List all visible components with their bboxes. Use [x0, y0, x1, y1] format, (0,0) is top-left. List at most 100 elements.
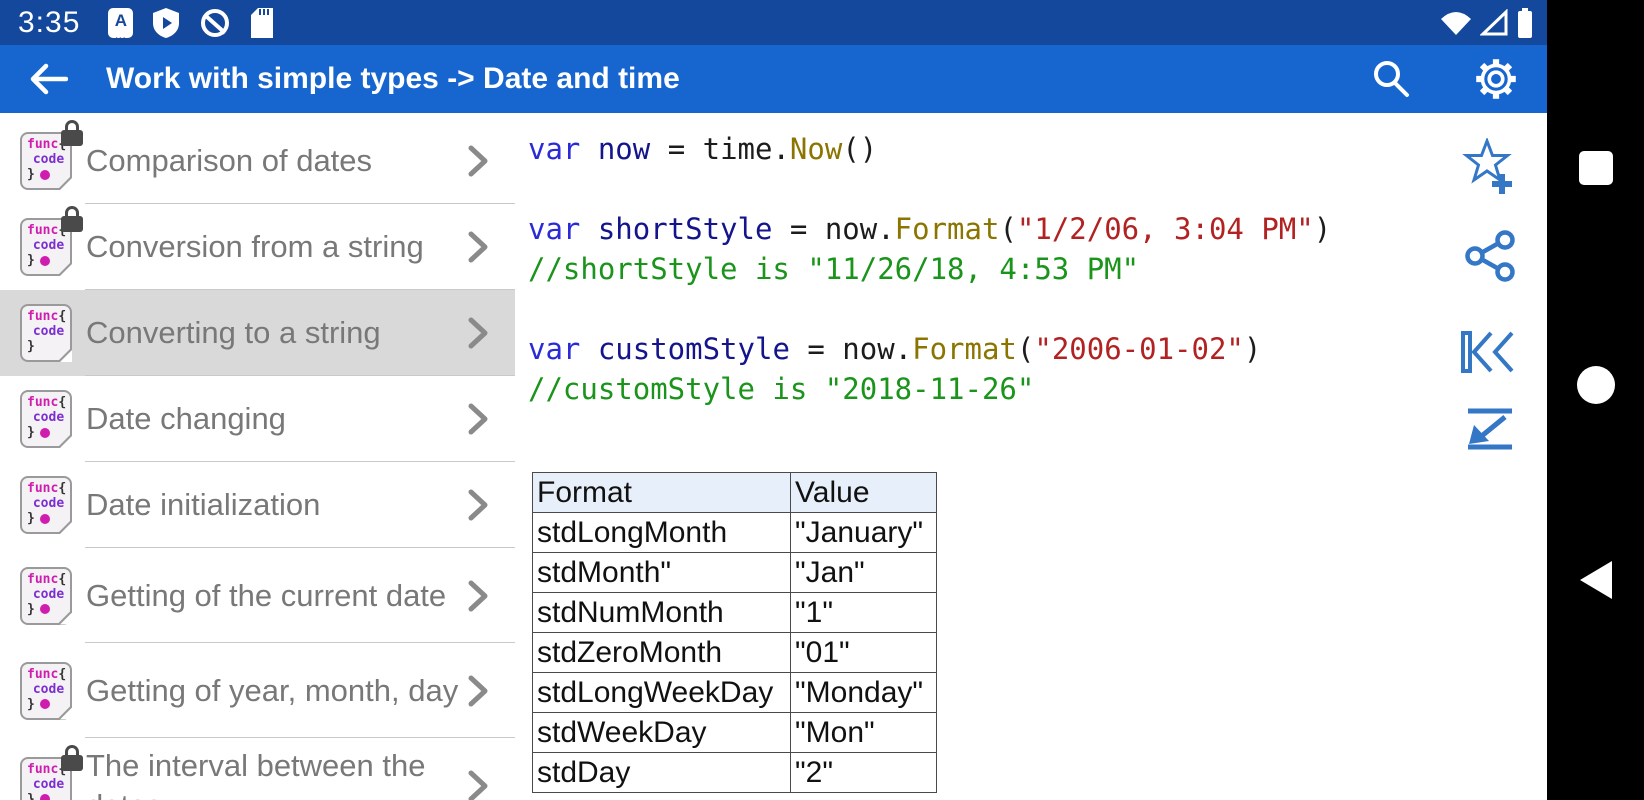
sidebar-item-label: The interval between the dates [86, 747, 426, 800]
settings-button[interactable] [1471, 54, 1521, 104]
table-row: stdLongWeekDay "Monday" [532, 672, 937, 713]
table-cell: stdLongMonth [532, 512, 791, 553]
table-cell: "Mon" [790, 712, 937, 753]
table-column-header: Format [532, 472, 791, 513]
unread-dot [39, 513, 50, 524]
status-time: 3:35 [18, 5, 81, 39]
sidebar-item[interactable]: func{code} Date initialization [0, 462, 515, 548]
back-button[interactable] [28, 61, 68, 97]
settings-gear-icon [1476, 59, 1516, 99]
sidebar-item[interactable]: func{code} Comparison of dates [0, 118, 515, 204]
recent-apps-button[interactable] [1547, 138, 1644, 198]
func-code-doc-icon: func{code} [20, 566, 72, 625]
func-code-doc-icon: func{code} [20, 661, 72, 720]
table-cell: "2" [790, 752, 937, 793]
table-cell: stdZeroMonth [532, 632, 791, 673]
page-title: Work with simple types -> Date and time [106, 62, 680, 95]
table-row: stdMonth" "Jan" [532, 552, 937, 593]
code-line: var customStyle = now.Format("2006-01-02… [528, 332, 1262, 366]
chevron-right-icon [468, 145, 488, 177]
notification-icons: A [108, 7, 274, 40]
sidebar-item[interactable]: func{code} Getting of year, month, day [0, 643, 515, 738]
func-code-doc-icon: func{code} [20, 476, 72, 534]
back-triangle-icon [1579, 561, 1612, 599]
android-screen: 3:35 A ... Work with simple types -> Dat… [0, 0, 1644, 800]
func-code-doc-icon: func{code} [20, 120, 83, 190]
sidebar-item[interactable]: func{code} Conversion from a string [0, 204, 515, 290]
scroll-to-bottom-button[interactable] [1463, 407, 1517, 454]
sidebar-item-label: Date initialization [86, 487, 321, 522]
android-q-logo-icon [201, 8, 230, 37]
table-cell: "1" [790, 592, 937, 633]
sidebar-item[interactable]: func{code}The interval between the dates [0, 738, 515, 800]
chevron-right-icon [468, 317, 488, 349]
func-code-doc-icon: func{code} [20, 390, 72, 448]
cell-signal-icon [1480, 8, 1508, 35]
chevron-right-icon [468, 770, 488, 800]
skip-to-start-button[interactable] [1459, 329, 1517, 378]
table-row: stdDay "2" [532, 752, 937, 793]
table-column-header: Value [790, 472, 937, 513]
sidebar-item-label: Getting of the current date [86, 577, 447, 613]
skip-to-start-icon [1461, 331, 1514, 373]
code-line: //shortStyle is "11/26/18, 4:53 PM" [528, 252, 1140, 286]
lock-icon [61, 120, 83, 148]
app-window: 3:35 A ... Work with simple types -> Dat… [0, 0, 1547, 800]
table-row: stdWeekDay "Mon" [532, 712, 937, 753]
android-back-button[interactable] [1547, 550, 1644, 610]
add-favorite-button[interactable] [1461, 136, 1517, 199]
code-line: var now = time.Now() [528, 132, 878, 166]
sidebar-item-label: Date changing [86, 401, 286, 436]
sidebar-list: func{code} Comparison of dates func{code} C… [0, 113, 515, 800]
system-status-icons [1439, 7, 1533, 38]
sidebar-item[interactable]: func{code} Date changing [0, 376, 515, 462]
shield-play-icon [153, 7, 180, 38]
table-cell: "Jan" [790, 552, 937, 593]
chevron-right-icon [468, 580, 488, 611]
code-line: var shortStyle = now.Format("1/2/06, 3:0… [528, 212, 1332, 246]
sidebar-item-label: Converting to a string [86, 315, 381, 350]
chevron-right-icon [468, 489, 488, 521]
wifi-icon [1441, 11, 1471, 35]
sidebar-item-label: Comparison of dates [86, 143, 373, 178]
chevron-right-icon [468, 675, 488, 706]
func-code-doc-icon: func{code} [20, 304, 72, 362]
lock-icon [61, 744, 83, 773]
sidebar-item[interactable]: func{code} Getting of the current date [0, 548, 515, 643]
table-cell: "January" [790, 512, 937, 553]
recent-apps-square-icon [1578, 151, 1613, 185]
scroll-to-bottom-icon [1468, 408, 1512, 450]
unread-dot [39, 699, 50, 709]
sidebar-item-label: Getting of year, month, day [86, 672, 459, 708]
sidebar-item-label: Conversion from a string [86, 229, 424, 264]
unread-dot [39, 255, 50, 266]
table-cell: "01" [790, 632, 937, 673]
search-button[interactable] [1371, 59, 1411, 99]
lock-icon [61, 206, 83, 234]
table-cell: "Monday" [790, 672, 937, 713]
battery-icon [1518, 7, 1532, 38]
table-row: stdLongMonth "January" [532, 512, 937, 553]
table-cell: stdMonth" [532, 552, 791, 593]
code-line: //customStyle is "2018-11-26" [528, 372, 1035, 406]
chevron-right-icon [468, 403, 488, 435]
home-circle-icon [1576, 366, 1615, 404]
back-arrow-icon [30, 63, 68, 95]
table-header-row: Format Value [532, 472, 937, 513]
table-row: stdZeroMonth "01" [532, 632, 937, 673]
unread-dot [39, 604, 50, 614]
add-favorite-star-icon [1462, 136, 1512, 194]
format-table: Format Value stdLongMonth "January" stdMont… [532, 472, 937, 793]
app-bar: Work with simple types -> Date and time [0, 45, 1547, 113]
table-cell: stdDay [532, 752, 791, 793]
app-notification-a-icon: A [108, 7, 134, 40]
unread-dot [39, 794, 50, 800]
home-button[interactable] [1547, 355, 1644, 415]
android-nav-bar [1547, 0, 1644, 800]
search-icon [1374, 61, 1409, 97]
share-button[interactable] [1463, 229, 1517, 286]
table-row: stdNumMonth "1" [532, 592, 937, 633]
sidebar-item[interactable]: func{code} Converting to a string [0, 290, 515, 376]
func-code-doc-icon: func{code} [20, 206, 83, 276]
